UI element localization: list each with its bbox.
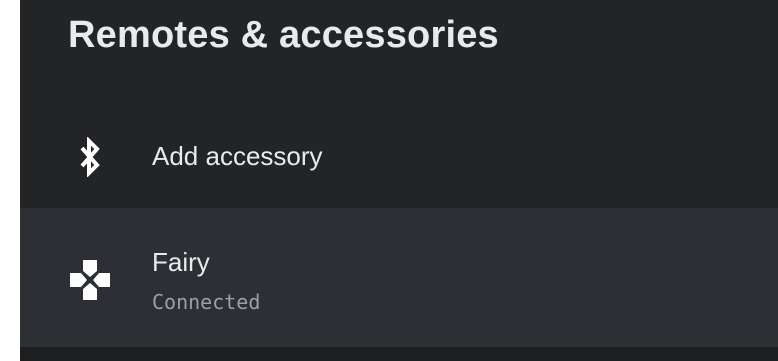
device-status: Connected [152,290,261,314]
divider [20,347,778,361]
add-accessory-item[interactable]: Add accessory [20,118,778,196]
device-name: Fairy [152,247,210,277]
gamepad-icon [68,258,112,302]
settings-panel: Remotes & accessories Add accessory Fair… [20,0,778,361]
page-title: Remotes & accessories [68,14,499,56]
add-accessory-label: Add accessory [152,141,323,171]
bluetooth-icon [68,135,112,179]
device-item-fairy[interactable]: Fairy Connected [20,208,778,347]
